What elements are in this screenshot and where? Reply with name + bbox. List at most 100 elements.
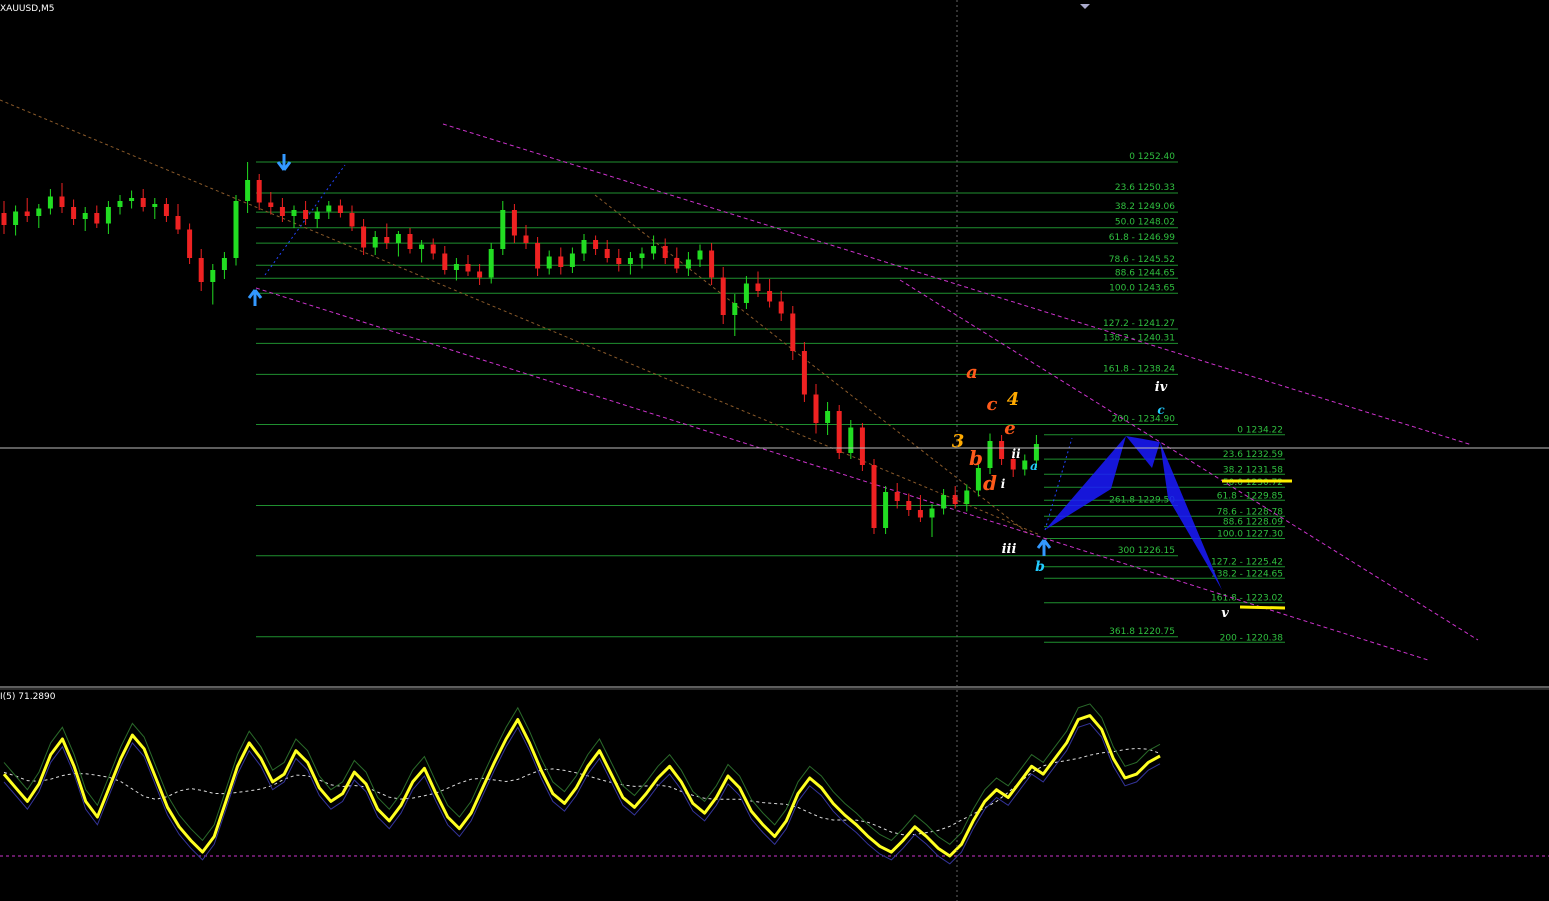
candle-body xyxy=(859,427,865,465)
candle-body xyxy=(94,213,100,224)
candle-body xyxy=(349,213,355,227)
fib-level-label: 161.8 - 1238.24 xyxy=(1103,364,1175,374)
candle-body xyxy=(221,258,227,270)
candle-body xyxy=(836,411,842,453)
candle-body xyxy=(639,253,645,258)
wave-label: 3 xyxy=(952,431,965,452)
candle-body xyxy=(82,213,88,219)
fib-level-label: 127.2 - 1225.42 xyxy=(1211,558,1283,568)
fib-level-label: 61.8 - 1246.99 xyxy=(1109,233,1175,243)
candle-body xyxy=(372,237,378,248)
wave-label: c xyxy=(1157,403,1165,417)
chart-window[interactable]: 0 1252.40 23.6 1250.33 38.2 1249.06 50.0 12… xyxy=(0,0,1549,901)
candle-body xyxy=(453,264,459,270)
fib-level-label: 38.2 1249.06 xyxy=(1115,202,1175,212)
harmonic-triangle xyxy=(1126,436,1160,468)
candle-body xyxy=(1,213,7,225)
candle-body xyxy=(523,235,529,243)
candle-body xyxy=(674,258,680,269)
candle-body xyxy=(36,208,42,216)
candle-body xyxy=(767,291,773,302)
candle-body xyxy=(616,258,622,264)
candle-body xyxy=(326,205,332,212)
candle-body xyxy=(685,259,691,269)
candle-body xyxy=(825,411,831,423)
fib-level-label: 38.2 1231.58 xyxy=(1223,465,1283,475)
candle-body xyxy=(198,258,204,282)
candle-body xyxy=(24,211,30,216)
candle-body xyxy=(245,180,251,201)
wave-label: d xyxy=(983,471,997,495)
candle-body xyxy=(303,210,309,219)
candle-body xyxy=(732,303,738,315)
candle-body xyxy=(361,226,367,248)
candle-body xyxy=(187,229,193,258)
candle-body xyxy=(604,249,610,258)
candle-body xyxy=(488,249,494,278)
candle-body xyxy=(755,283,761,291)
candle-body xyxy=(720,277,726,315)
scroll-marker xyxy=(1080,4,1090,9)
candle-body xyxy=(256,180,262,203)
candle-body xyxy=(71,207,77,219)
candle-body xyxy=(627,258,633,264)
candle-body xyxy=(941,495,947,509)
wave-label: b xyxy=(1035,559,1045,575)
wave-label: c xyxy=(987,394,998,415)
chart-canvas[interactable]: 0 1252.40 23.6 1250.33 38.2 1249.06 50.0 12… xyxy=(0,0,1549,901)
candle-body xyxy=(117,201,123,207)
candle-body xyxy=(593,240,599,249)
candle-body xyxy=(210,270,216,282)
candle-body xyxy=(801,351,807,395)
candle-body xyxy=(152,204,158,207)
candle-body xyxy=(743,283,749,303)
fib-level-label: 300 1226.15 xyxy=(1118,546,1175,556)
chart-decorations xyxy=(0,0,1549,901)
candle-body xyxy=(465,264,471,272)
candle-body xyxy=(535,243,541,269)
candle-body xyxy=(790,313,796,351)
candle-body xyxy=(581,240,587,254)
candle-body xyxy=(59,196,65,207)
wave-label: v xyxy=(1221,606,1229,621)
wave-label: 4 xyxy=(1007,389,1020,410)
candle-body xyxy=(140,198,146,207)
channel-line-mid xyxy=(899,279,1479,641)
candle-body xyxy=(906,501,912,510)
candle-body xyxy=(47,196,53,209)
trend-line xyxy=(0,99,1041,536)
candle-body xyxy=(917,510,923,518)
wave-label: e xyxy=(1004,418,1015,439)
candle-body xyxy=(848,427,854,453)
trend-line-blue xyxy=(264,164,346,276)
candle-body xyxy=(175,216,181,230)
candle-body xyxy=(163,204,169,216)
candle-body xyxy=(13,211,19,225)
oscillator-panel xyxy=(0,703,1549,865)
fibonacci-levels: 0 1252.40 23.6 1250.33 38.2 1249.06 50.0 12… xyxy=(256,152,1285,643)
fib-level-label: 23.6 1232.59 xyxy=(1223,450,1283,460)
candle-body xyxy=(314,211,320,219)
candle-body xyxy=(268,202,274,207)
candle-body xyxy=(987,441,993,468)
candle-body xyxy=(337,205,343,213)
wave-label: a xyxy=(966,362,978,383)
candle-body xyxy=(442,253,448,270)
candle-body xyxy=(430,244,436,254)
candle-body xyxy=(975,468,981,491)
candle-body xyxy=(279,207,285,216)
candle-body xyxy=(871,465,877,528)
candle-body xyxy=(709,250,715,278)
fib-level-label: 0 1234.22 xyxy=(1237,426,1283,436)
candle-body xyxy=(651,246,657,254)
fib-level-label: 127.2 - 1241.27 xyxy=(1103,319,1175,329)
wave-label: a xyxy=(1030,459,1038,473)
candle-body xyxy=(697,250,703,260)
fib-level-label: 88.6 1228.09 xyxy=(1223,518,1283,528)
fib-level-label: 0 1252.40 xyxy=(1129,152,1175,162)
candle-body xyxy=(105,207,111,224)
wave-label: b xyxy=(969,446,983,470)
candle-body xyxy=(999,441,1005,459)
fib-level-label: 100.0 1227.30 xyxy=(1217,530,1283,540)
indicator-label: I(5) 71.2890 xyxy=(0,692,56,702)
